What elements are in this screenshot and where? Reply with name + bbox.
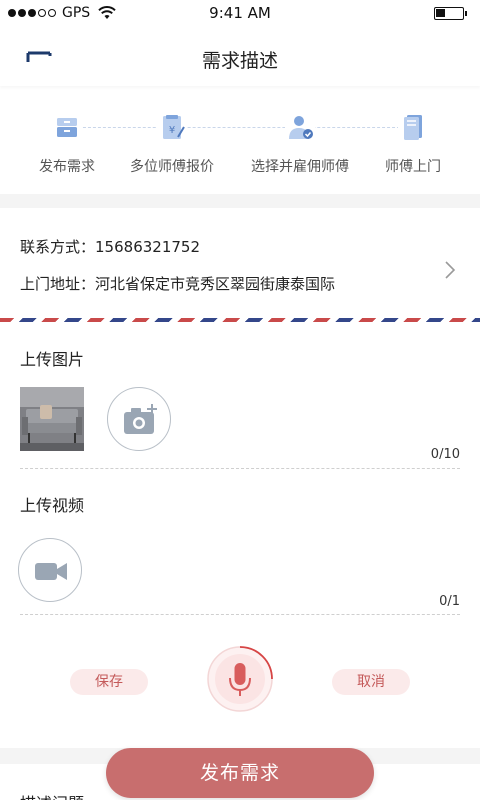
dashed-divider xyxy=(20,614,460,615)
sofa-photo-icon xyxy=(20,387,84,451)
step-label: 选择并雇佣师傅 xyxy=(251,159,349,175)
record-voice-button[interactable] xyxy=(205,644,275,714)
step-label: 师傅上门 xyxy=(385,159,441,175)
publish-button[interactable]: 发布需求 xyxy=(106,748,374,798)
step-label: 多位师傅报价 xyxy=(130,159,214,175)
drawer-icon xyxy=(52,112,82,142)
contact-card[interactable]: 联系方式：15686321752 上门地址：河北省保定市竞秀区翠园街康泰国际 xyxy=(0,208,480,320)
cancel-voice-button[interactable]: 取消 xyxy=(332,669,410,695)
upload-video-title: 上传视频 xyxy=(20,496,85,515)
step-label: 发布需求 xyxy=(39,159,95,175)
add-photo-button[interactable] xyxy=(107,387,171,451)
save-voice-button[interactable]: 保存 xyxy=(70,669,148,695)
worker-icon xyxy=(285,112,315,142)
status-bar: GPS 9:41 AM xyxy=(0,0,480,28)
progress-steps: 发布需求 ¥ 多位师傅报价 选择并雇佣师傅 师傅上门 xyxy=(0,90,480,194)
quote-document-icon: ¥ xyxy=(157,112,187,142)
page-title: 需求描述 xyxy=(201,50,278,72)
uploaded-image-thumbnail[interactable] xyxy=(20,387,84,451)
navigation-bar: 需求描述 xyxy=(0,30,480,86)
address-label: 上门地址： xyxy=(20,275,96,293)
svg-text:¥: ¥ xyxy=(169,125,175,136)
battery-icon xyxy=(434,7,467,20)
phone-label: 联系方式： xyxy=(20,238,96,256)
add-video-button[interactable] xyxy=(18,538,82,602)
media-section: 上传图片 0/10 上传视频 0/1 保存 取消 xyxy=(0,322,480,748)
book-icon xyxy=(398,112,428,142)
step-visit: 师傅上门 xyxy=(353,112,473,176)
step-hire: 选择并雇佣师傅 xyxy=(240,112,360,176)
step-publish: 发布需求 xyxy=(7,112,127,176)
section-divider xyxy=(0,194,480,208)
video-camera-icon xyxy=(35,563,67,580)
description-title: 描述问题 xyxy=(20,790,84,800)
address-row: 上门地址：河北省保定市竞秀区翠园街康泰国际 xyxy=(20,273,335,294)
video-count: 0/1 xyxy=(439,594,460,609)
upload-images-title: 上传图片 xyxy=(20,350,85,369)
microphone-icon xyxy=(207,646,273,712)
chevron-right-icon[interactable] xyxy=(444,260,456,280)
phone-row: 联系方式：15686321752 xyxy=(20,236,200,257)
phone-value: 15686321752 xyxy=(95,238,200,256)
dashed-divider xyxy=(20,468,460,469)
image-count: 0/10 xyxy=(430,447,460,462)
status-time: 9:41 AM xyxy=(209,4,271,22)
address-value: 河北省保定市竞秀区翠园街康泰国际 xyxy=(95,275,336,293)
step-quotes: ¥ 多位师傅报价 xyxy=(112,112,232,176)
camera-add-icon xyxy=(124,404,157,434)
